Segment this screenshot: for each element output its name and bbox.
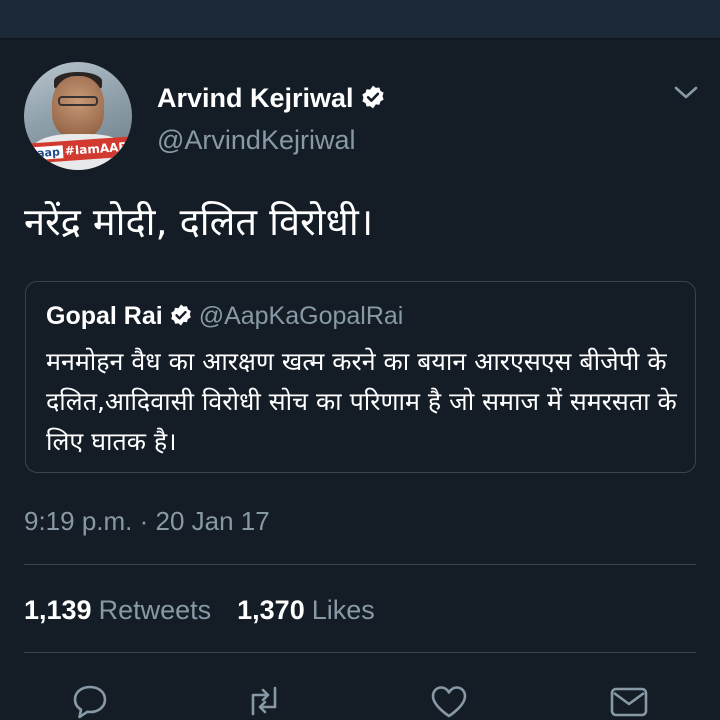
heart-icon[interactable] <box>429 682 469 720</box>
avatar-face <box>52 76 104 138</box>
retweets-label: Retweets <box>98 595 212 625</box>
tweet-stats: 1,139 Retweets 1,370 Likes <box>24 594 375 626</box>
tweet-timestamp: 9:19 p.m. · 20 Jan 17 <box>24 506 270 536</box>
quoted-author-handle: @AapKaGopalRai <box>198 302 404 330</box>
author-name-text[interactable]: Arvind Kejriwal <box>157 83 354 113</box>
likes-label: Likes <box>311 595 375 625</box>
retweets-count: 1,139 <box>24 595 92 625</box>
quoted-tweet-header: Gopal Rai @AapKaGopalRai <box>46 301 403 331</box>
likes-count: 1,370 <box>237 595 305 625</box>
divider-top <box>24 564 696 565</box>
author-name[interactable]: Arvind Kejriwal <box>157 82 386 114</box>
verified-badge-icon <box>361 85 384 109</box>
avatar[interactable]: aap #IamAAP <box>24 62 132 170</box>
retweets-stat[interactable]: 1,139 Retweets <box>24 595 211 625</box>
mail-icon[interactable] <box>609 682 649 720</box>
retweet-icon[interactable] <box>244 682 284 720</box>
quoted-tweet-card[interactable]: Gopal Rai @AapKaGopalRai मनमोहन वैध का आ… <box>25 281 696 473</box>
app-bar-shadow <box>0 38 720 41</box>
chevron-down-icon[interactable] <box>673 82 699 102</box>
likes-stat[interactable]: 1,370 Likes <box>237 595 375 625</box>
avatar-glasses <box>58 96 98 106</box>
tweet-text: नरेंद्र मोदी, दलित विरोधी। <box>24 200 374 244</box>
divider-bottom <box>24 652 696 653</box>
reply-icon[interactable] <box>70 682 110 720</box>
author-handle[interactable]: @ArvindKejriwal <box>157 124 355 156</box>
app-bar <box>0 0 720 38</box>
verified-badge-icon <box>170 304 191 326</box>
quoted-author-name: Gopal Rai <box>46 302 163 330</box>
quoted-tweet-text: मनमोहन वैध का आरक्षण खत्म करने का बयान आ… <box>46 347 677 456</box>
